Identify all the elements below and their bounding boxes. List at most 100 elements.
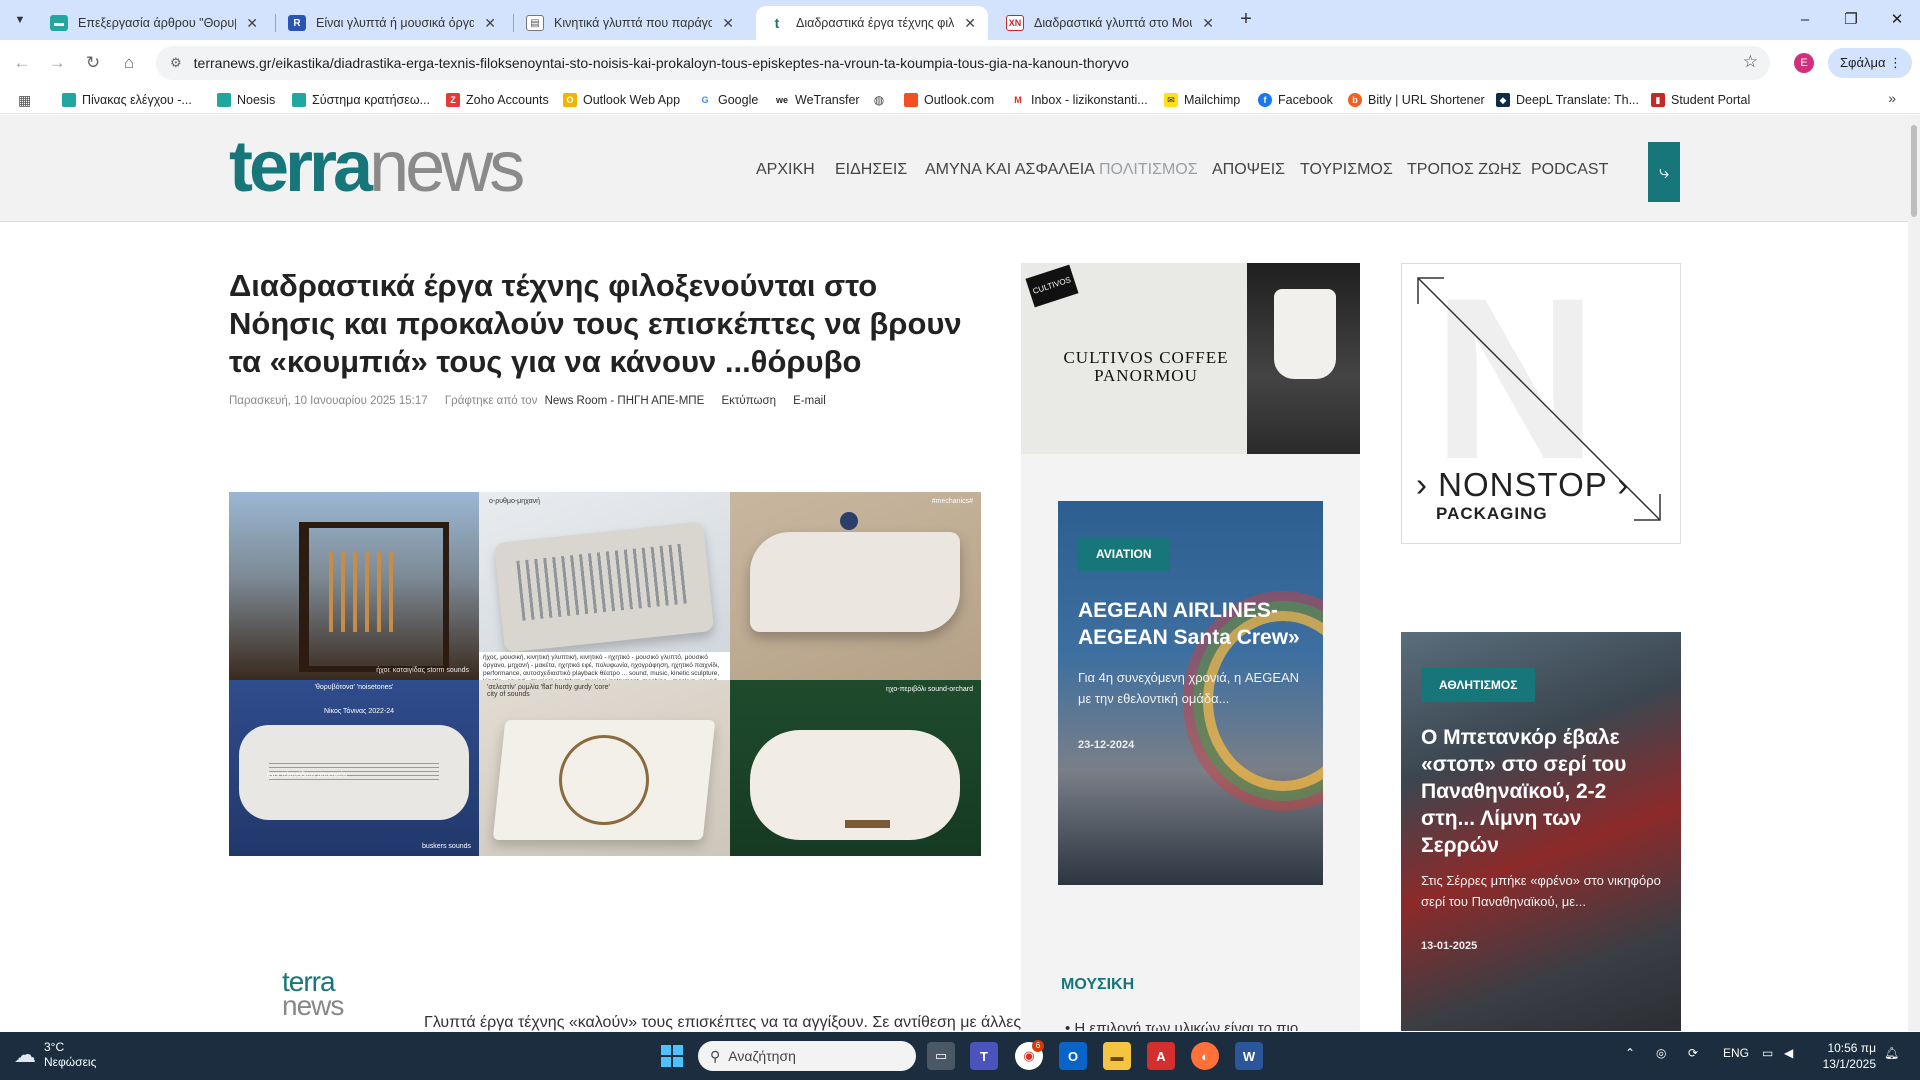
outlook-icon[interactable]: O (1059, 1042, 1087, 1070)
article-meta: Παρασκευή, 10 Ιανουαρίου 2025 15:17 Γράφ… (229, 395, 840, 407)
nav-opinions[interactable]: ΑΠΟΨΕΙΣ (1212, 161, 1285, 179)
new-tab-plus-icon[interactable]: + (1234, 8, 1258, 32)
close-icon[interactable]: ✕ (964, 15, 976, 32)
nav-podcast[interactable]: PODCAST (1531, 161, 1608, 179)
collage-caption: 'θορυβότονα' 'noisetones' (314, 684, 394, 691)
site-settings-icon[interactable]: ⚙ (170, 55, 182, 71)
tray-chevron-up-icon[interactable]: ⌃ (1625, 1046, 1635, 1060)
weather-temp: 3°C (44, 1040, 65, 1054)
window-close-icon[interactable]: ✕ (1882, 8, 1912, 32)
word-icon[interactable]: W (1235, 1042, 1263, 1070)
email-link[interactable]: E-mail (793, 395, 826, 407)
network-icon[interactable]: ▭ (1762, 1046, 1773, 1060)
bookmark-star-icon[interactable]: ☆ (1743, 52, 1758, 72)
error-button[interactable]: Σφάλμα ⋮ (1828, 48, 1912, 78)
reload-icon[interactable]: ↻ (80, 50, 106, 76)
print-link[interactable]: Εκτύπωση (721, 395, 776, 407)
forward-arrow-icon[interactable]: → (44, 50, 70, 76)
bookmark-mailchimp[interactable]: ✉ Mailchimp (1164, 91, 1240, 109)
bookmark-booking-system[interactable]: Σύστημα κρατήσεω... (292, 91, 430, 109)
bookmark-zoho[interactable]: Z Zoho Accounts (446, 91, 549, 109)
collage-hurdy-gurdy: 'σελεστίν' ρυμλία 'flat' hurdy gurdy 'co… (479, 680, 730, 856)
category-tag[interactable]: ΑΘΛΗΤΙΣΜΟΣ (1421, 668, 1536, 702)
tab-2[interactable]: R Είναι γλυπτά ή μουσικά όργαν ✕ (276, 6, 508, 40)
bookmark-globe[interactable]: ◍ (872, 91, 886, 109)
terranews-logo[interactable]: terranews (229, 127, 525, 207)
booking-icon (292, 93, 306, 107)
close-icon[interactable]: ✕ (722, 15, 734, 32)
tab-title: Επεξεργασία άρθρου "Θορυβό (78, 16, 237, 30)
close-icon[interactable]: ✕ (484, 15, 496, 32)
bookmark-deepl[interactable]: ◆ DeepL Translate: Th... (1496, 91, 1639, 109)
firefox-icon[interactable]: ◐ (1191, 1042, 1219, 1070)
close-icon[interactable]: ✕ (246, 15, 258, 32)
card-title[interactable]: AEGEAN AIRLINES-AEGEAN Santa Crew» (1078, 597, 1308, 651)
task-view-icon[interactable]: ▭ (927, 1042, 955, 1070)
apps-grid-icon[interactable]: ▦ (18, 92, 31, 109)
close-icon[interactable]: ✕ (1202, 15, 1214, 32)
share-icon[interactable]: ⤷ (1648, 142, 1680, 202)
tab-3[interactable]: ▤ Κινητικά γλυπτά που παράγου ✕ (514, 6, 746, 40)
bookmark-wetransfer[interactable]: we WeTransfer (775, 91, 860, 109)
bookmark-gmail-inbox[interactable]: M Inbox - lizikonstanti... (1011, 91, 1148, 109)
home-icon[interactable]: ⌂ (116, 50, 142, 76)
bookmark-label: Πίνακας ελέγχου -... (82, 93, 192, 107)
address-bar[interactable]: ⚙ terranews.gr/eikastika/diadrastika-erg… (156, 46, 1770, 80)
browser-toolbar: ← → ↻ ⌂ ⚙ terranews.gr/eikastika/diadras… (0, 40, 1920, 86)
nav-lifestyle[interactable]: ΤΡΟΠΟΣ ΖΩΗΣ (1407, 161, 1521, 179)
music-section-title[interactable]: ΜΟΥΣΙΚΗ (1061, 976, 1134, 994)
tab-search-chevron-icon[interactable]: ▼ (8, 8, 32, 32)
input-language[interactable]: ENG (1723, 1046, 1749, 1060)
nav-culture[interactable]: ΠΟΛΙΤΙΣΜΟΣ (1099, 161, 1198, 179)
article-body-first-line: Γλυπτά έργα τέχνης «καλούν» τους επισκέπ… (424, 1014, 1022, 1031)
nav-defense-security[interactable]: ΑΜΥΝΑ ΚΑΙ ΑΣΦΑΛΕΙΑ (925, 161, 1095, 179)
bookmark-dashboard[interactable]: Πίνακας ελέγχου -... (62, 91, 192, 109)
file-explorer-icon[interactable]: ▬ (1103, 1042, 1131, 1070)
knob-shape (840, 512, 858, 530)
profile-avatar[interactable]: E (1794, 53, 1814, 73)
more-bookmarks-icon[interactable]: » (1888, 90, 1896, 106)
tab-5[interactable]: XN Διαδραστικά γλυπτά στο Μου ✕ (994, 6, 1226, 40)
sync-icon[interactable]: ⟳ (1688, 1046, 1698, 1060)
bookmark-google[interactable]: G Google (698, 91, 758, 109)
taskbar-search[interactable]: ⚲ Αναζήτηση (698, 1041, 916, 1071)
article-hero-image[interactable]: ήχοι: καταιγίδας storm sounds ο-ρυθμο-μη… (229, 492, 981, 856)
card-title[interactable]: Ο Μπετανκόρ έβαλε «στοπ» στο σερί του Πα… (1421, 724, 1661, 859)
windows-start-icon[interactable] (658, 1042, 686, 1070)
ad-cultivos-coffee[interactable]: CULTIVOS CULTIVOS COFFEE PANORMOU (1021, 263, 1360, 454)
bookmark-facebook[interactable]: f Facebook (1258, 91, 1333, 109)
bookmark-outlook-web-app[interactable]: O Outlook Web App (563, 91, 680, 109)
page-scrollbar[interactable] (1908, 115, 1920, 1031)
volume-icon[interactable]: ◀ (1784, 1046, 1793, 1060)
scrollbar-thumb[interactable] (1911, 125, 1917, 217)
minimize-icon[interactable]: – (1790, 8, 1820, 32)
tray-app-icon[interactable]: ◎ (1656, 1046, 1666, 1060)
collage-sound-orchard: ηχο-περιβόλι sound-orchard (730, 680, 981, 856)
url-text[interactable]: terranews.gr/eikastika/diadrastika-erga-… (194, 55, 1129, 71)
bookmark-bitly[interactable]: b Bitly | URL Shortener (1348, 91, 1485, 109)
bookmark-noesis[interactable]: Noesis (217, 91, 275, 109)
weather-widget[interactable]: ☁ 3°C Νεφώσεις (14, 1040, 96, 1070)
bookmark-student-portal[interactable]: ▮ Student Portal (1651, 91, 1750, 109)
card-sports[interactable]: ΑΘΛΗΤΙΣΜΟΣ Ο Μπετανκόρ έβαλε «στοπ» στο … (1401, 632, 1681, 1031)
bookmark-outlook-com[interactable]: Outlook.com (904, 91, 994, 109)
restore-icon[interactable]: ❐ (1836, 8, 1866, 32)
nav-home[interactable]: ΑΡΧΙΚΗ (756, 161, 815, 179)
menu-dots-icon[interactable]: ⋮ (1889, 48, 1902, 78)
tab-4-active[interactable]: t Διαδραστικά έργα τέχνης φιλο ✕ (756, 6, 988, 40)
category-tag[interactable]: AVIATION (1078, 537, 1170, 571)
tab-1[interactable]: ▬ Επεξεργασία άρθρου "Θορυβό ✕ (38, 6, 270, 40)
teams-icon[interactable]: T (970, 1042, 998, 1070)
notifications-bell-icon[interactable]: 🔔︎ (1884, 1046, 1899, 1060)
music-list-item[interactable]: • Η επιλογή των υλικών είναι το πιο (1065, 1020, 1298, 1031)
taskbar-clock[interactable]: 10:56 πμ 13/1/2025 (1818, 1040, 1876, 1072)
ad-nonstop-packaging[interactable]: N › NONSTOP › PACKAGING (1401, 263, 1681, 544)
nav-tourism[interactable]: ΤΟΥΡΙΣΜΟΣ (1300, 161, 1393, 179)
mailchimp-icon: ✉ (1164, 93, 1178, 107)
written-by-label: Γράφτηκε από τον (444, 395, 538, 407)
nav-news[interactable]: ΕΙΔΗΣΕΙΣ (835, 161, 907, 179)
back-arrow-icon[interactable]: ← (9, 50, 35, 76)
acrobat-icon[interactable]: A (1147, 1042, 1175, 1070)
card-aegean[interactable]: AVIATION AEGEAN AIRLINES-AEGEAN Santa Cr… (1058, 501, 1323, 885)
article-author[interactable]: News Room - ΠΗΓΗ ΑΠΕ-ΜΠΕ (545, 395, 705, 407)
